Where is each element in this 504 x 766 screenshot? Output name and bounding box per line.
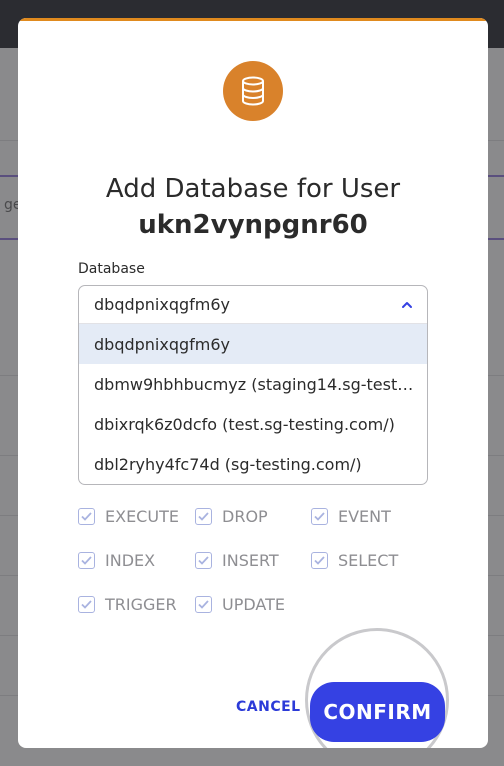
checkbox-checked-icon[interactable] bbox=[195, 596, 212, 613]
checkbox-checked-icon[interactable] bbox=[311, 552, 328, 569]
database-field-label: Database bbox=[78, 261, 145, 277]
confirm-button[interactable]: CONFIRM bbox=[310, 682, 445, 742]
confirm-button-label: CONFIRM bbox=[323, 700, 432, 724]
database-option[interactable]: dbl2ryhy4fc74d (sg-testing.com/) bbox=[79, 444, 427, 484]
permission-label: DROP bbox=[222, 507, 268, 526]
permission-event[interactable]: EVENT bbox=[311, 507, 391, 526]
database-option[interactable]: dbmw9hbhbucmyz (staging14.sg-test… bbox=[79, 364, 427, 404]
permission-execute[interactable]: EXECUTE bbox=[78, 507, 179, 526]
cancel-button[interactable]: CANCEL bbox=[236, 699, 301, 715]
dialog-accent-bar bbox=[18, 18, 488, 21]
permission-index[interactable]: INDEX bbox=[78, 551, 155, 570]
database-select-value: dbqdpnixqgfm6y bbox=[94, 295, 231, 314]
database-icon bbox=[223, 61, 283, 121]
permission-drop[interactable]: DROP bbox=[195, 507, 268, 526]
permission-label: EXECUTE bbox=[105, 507, 179, 526]
dialog-username: ukn2vynpgnr60 bbox=[138, 210, 368, 240]
checkbox-checked-icon[interactable] bbox=[78, 552, 95, 569]
permission-label: UPDATE bbox=[222, 595, 285, 614]
permission-trigger[interactable]: TRIGGER bbox=[78, 595, 177, 614]
dialog-title: Add Database for User bbox=[105, 174, 401, 204]
permission-label: INDEX bbox=[105, 551, 156, 570]
permission-label: SELECT bbox=[338, 551, 399, 570]
database-option[interactable]: dbqdpnixqgfm6y bbox=[79, 324, 427, 364]
checkbox-checked-icon[interactable] bbox=[78, 596, 95, 613]
permission-select[interactable]: SELECT bbox=[311, 551, 398, 570]
permission-label: TRIGGER bbox=[105, 595, 177, 614]
chevron-up-icon bbox=[402, 302, 412, 308]
permission-label: EVENT bbox=[338, 507, 391, 526]
checkbox-checked-icon[interactable] bbox=[78, 508, 95, 525]
add-database-dialog: Add Database for User ukn2vynpgnr60 Data… bbox=[18, 18, 488, 748]
database-option[interactable]: dbixrqk6z0dcfo (test.sg-testing.com/) bbox=[79, 404, 427, 444]
checkbox-checked-icon[interactable] bbox=[195, 508, 212, 525]
permission-update[interactable]: UPDATE bbox=[195, 595, 285, 614]
permission-label: INSERT bbox=[222, 551, 279, 570]
database-select-trigger[interactable]: dbqdpnixqgfm6y bbox=[79, 286, 427, 324]
checkbox-checked-icon[interactable] bbox=[311, 508, 328, 525]
database-select[interactable]: dbqdpnixqgfm6y dbqdpnixqgfm6y dbmw9hbhbu… bbox=[78, 285, 428, 485]
permission-insert[interactable]: INSERT bbox=[195, 551, 279, 570]
checkbox-checked-icon[interactable] bbox=[195, 552, 212, 569]
